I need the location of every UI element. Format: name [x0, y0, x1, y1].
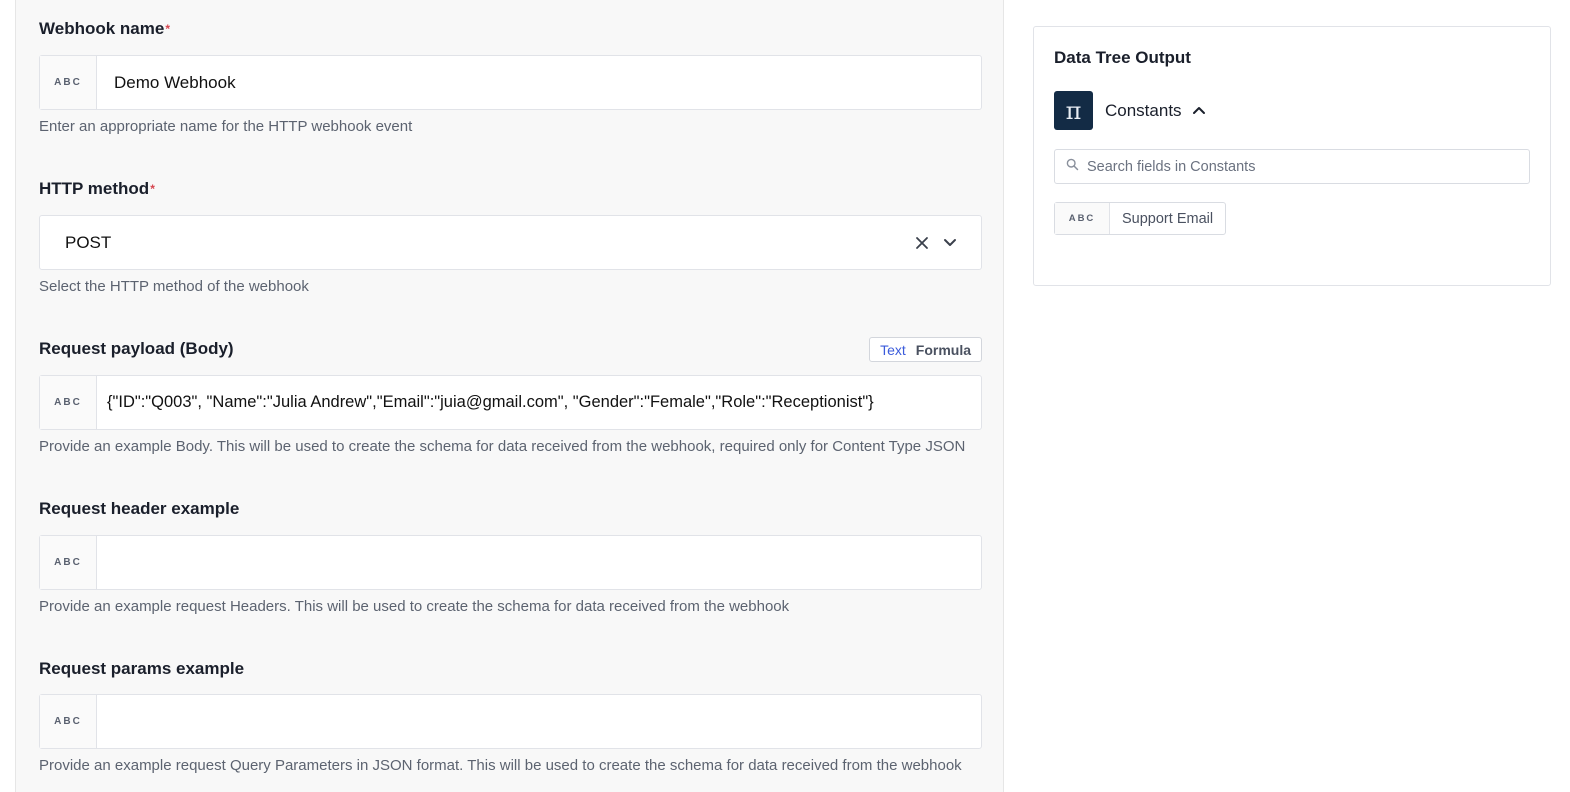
request-params-input[interactable]: ABC	[39, 694, 982, 749]
http-method-field: HTTP method* POST Select the HTTP method…	[39, 178, 982, 295]
webhook-name-label: Webhook name*	[39, 19, 170, 38]
form-panel: Webhook name* ABC Demo Webhook Enter an …	[15, 0, 1004, 792]
text-type-tag: ABC	[40, 536, 97, 589]
chevron-up-icon[interactable]	[1192, 102, 1206, 120]
request-header-help: Provide an example request Headers. This…	[39, 598, 790, 615]
close-icon[interactable]	[915, 236, 929, 250]
field-chip-support-email[interactable]: ABC Support Email	[1054, 202, 1227, 235]
request-params-field: Request params example ABC Provide an ex…	[39, 658, 982, 774]
search-input[interactable]	[1087, 158, 1517, 175]
request-payload-value[interactable]: {"ID":"Q003", "Name":"Julia Andrew","Ema…	[97, 393, 981, 412]
request-header-label: Request header example	[39, 499, 240, 518]
search-icon	[1066, 158, 1079, 176]
required-mark: *	[165, 22, 170, 36]
request-payload-help: Provide an example Body. This will be us…	[39, 438, 966, 455]
webhook-name-field: Webhook name* ABC Demo Webhook Enter an …	[39, 18, 982, 135]
request-header-input[interactable]: ABC	[39, 535, 982, 590]
toggle-formula-option[interactable]: Formula	[916, 342, 971, 358]
constants-search	[1054, 149, 1530, 184]
text-type-tag: ABC	[1055, 203, 1110, 234]
http-method-select[interactable]: POST	[39, 215, 982, 270]
constants-group-header[interactable]: π Constants	[1054, 91, 1206, 130]
request-header-field: Request header example ABC Provide an ex…	[39, 498, 982, 615]
request-params-help: Provide an example request Query Paramet…	[39, 757, 962, 774]
field-chip-label: Support Email	[1122, 210, 1214, 227]
text-type-tag: ABC	[40, 56, 97, 109]
required-mark: *	[150, 182, 155, 196]
request-payload-field: Request payload (Body) Text Formula ABC …	[39, 337, 982, 455]
text-type-tag: ABC	[40, 376, 97, 429]
data-tree-panel: Data Tree Output π Constants ABC Support…	[1033, 26, 1551, 286]
toggle-text-option[interactable]: Text	[880, 342, 906, 358]
pi-icon: π	[1054, 91, 1093, 130]
http-method-help: Select the HTTP method of the webhook	[39, 278, 309, 295]
chevron-down-icon[interactable]	[943, 238, 957, 248]
webhook-name-value[interactable]: Demo Webhook	[97, 73, 981, 93]
text-formula-toggle: Text Formula	[869, 337, 982, 362]
request-payload-label: Request payload (Body)	[39, 339, 234, 358]
request-params-label: Request params example	[39, 659, 245, 678]
request-payload-input[interactable]: ABC {"ID":"Q003", "Name":"Julia Andrew",…	[39, 375, 982, 430]
webhook-name-help: Enter an appropriate name for the HTTP w…	[39, 118, 413, 135]
http-method-label: HTTP method*	[39, 179, 155, 198]
data-tree-title: Data Tree Output	[1054, 48, 1191, 67]
webhook-name-input[interactable]: ABC Demo Webhook	[39, 55, 982, 110]
constants-label: Constants	[1105, 100, 1182, 120]
http-method-value: POST	[65, 232, 112, 252]
text-type-tag: ABC	[40, 695, 97, 748]
